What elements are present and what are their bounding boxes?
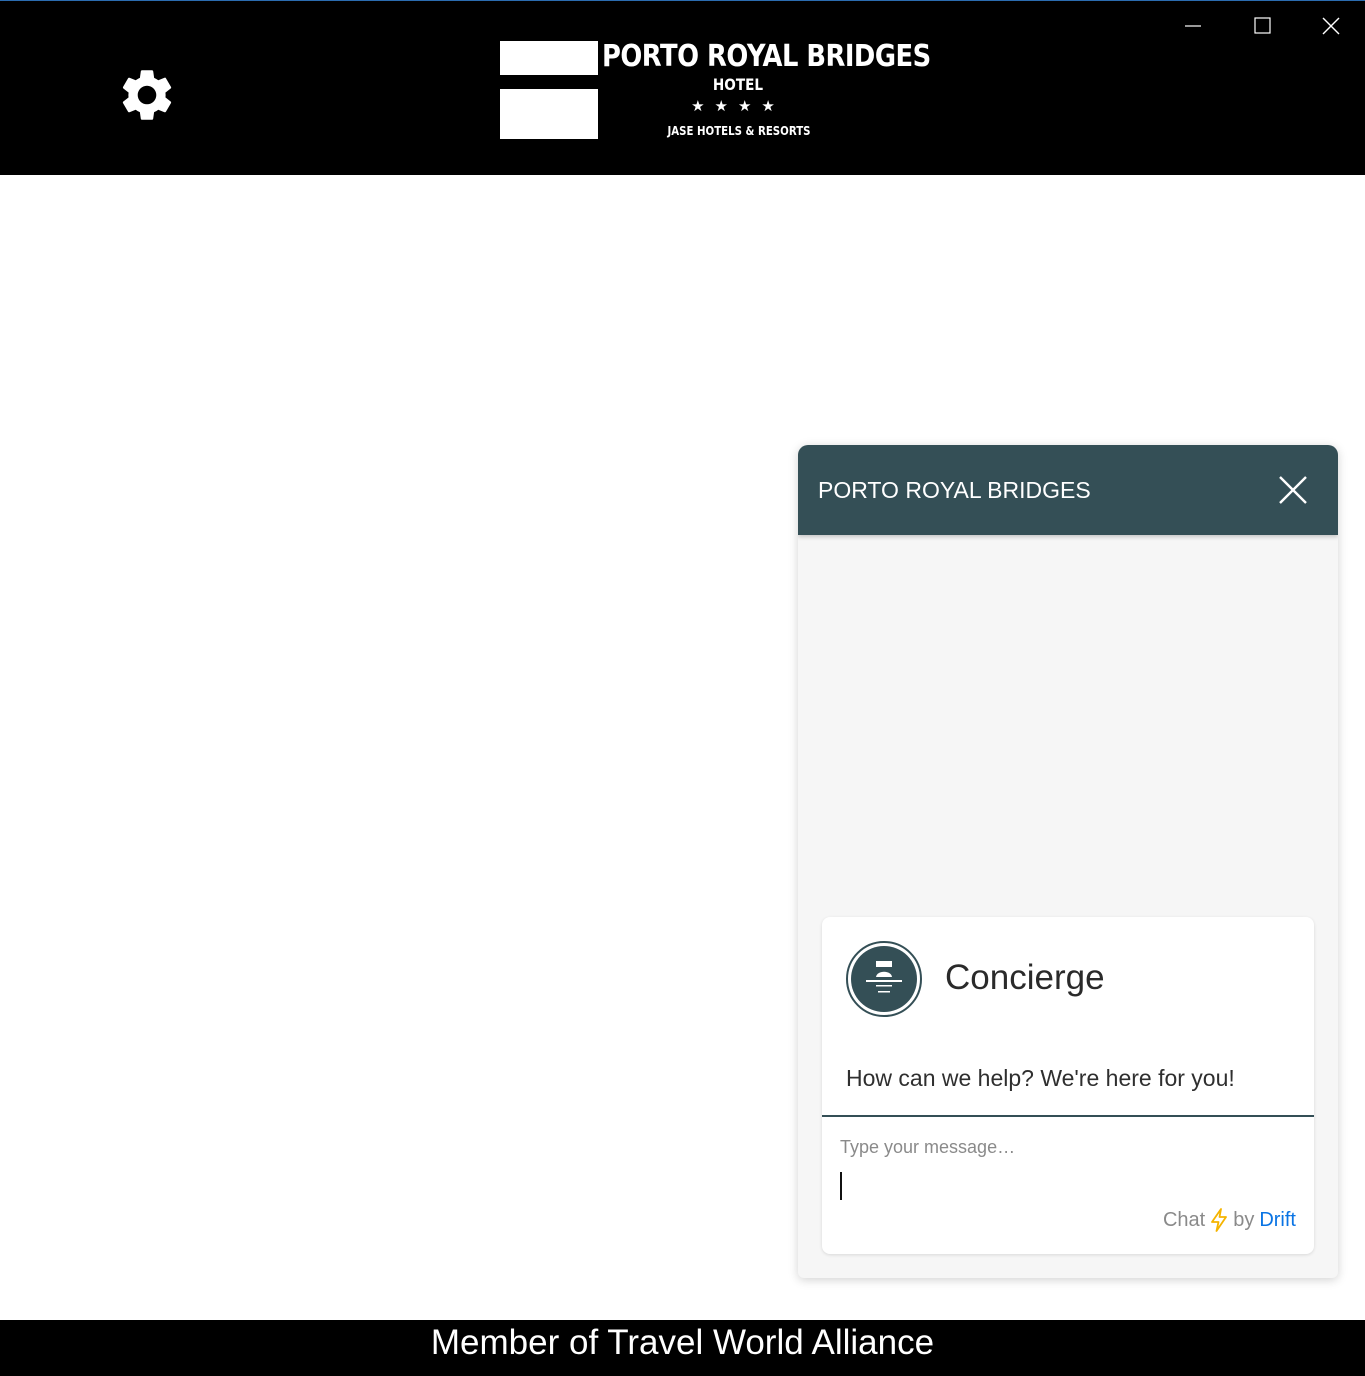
footer-banner: Member of Travel World Alliance xyxy=(0,1320,1365,1376)
text-caret xyxy=(840,1172,842,1200)
logo-brand: JASE HOTELS & RESORTS xyxy=(667,124,811,138)
bridge-logo-icon xyxy=(500,41,598,139)
message-input[interactable] xyxy=(840,1135,1296,1205)
logo-title: PORTO ROYAL BRIDGES xyxy=(602,39,931,74)
agent-name: Concierge xyxy=(945,958,1105,997)
logo-stars: ★★★★ xyxy=(691,98,785,115)
branding-prefix: Chat xyxy=(1162,1209,1206,1231)
input-divider xyxy=(822,1115,1314,1117)
footer-text: Member of Travel World Alliance xyxy=(430,1323,935,1362)
logo-subtitle: HOTEL xyxy=(712,75,764,94)
chat-header: PORTO ROYAL BRIDGES xyxy=(798,445,1338,535)
close-icon[interactable] xyxy=(1276,473,1310,507)
chat-message-card: Concierge How can we help? We're here fo… xyxy=(822,917,1314,1254)
branding-provider: Drift xyxy=(1259,1209,1296,1231)
chat-widget: PORTO ROYAL BRIDGES Concierge How can we… xyxy=(798,445,1338,1278)
minimize-icon[interactable] xyxy=(1178,11,1208,41)
chat-title: PORTO ROYAL BRIDGES xyxy=(818,477,1091,503)
avatar xyxy=(846,941,922,1017)
maximize-icon[interactable] xyxy=(1247,11,1277,41)
drift-branding-link[interactable]: Chat by Drift xyxy=(1163,1207,1296,1233)
lightning-icon xyxy=(1211,1208,1228,1232)
close-icon[interactable] xyxy=(1316,11,1346,41)
hotel-logo: PORTO ROYAL BRIDGES HOTEL ★★★★ JASE HOTE… xyxy=(500,39,931,141)
gear-icon[interactable] xyxy=(116,63,178,127)
greeting-message: How can we help? We're here for you! xyxy=(846,1065,1235,1091)
app-header: PORTO ROYAL BRIDGES HOTEL ★★★★ JASE HOTE… xyxy=(0,1,1365,175)
branding-by: by xyxy=(1233,1209,1255,1231)
